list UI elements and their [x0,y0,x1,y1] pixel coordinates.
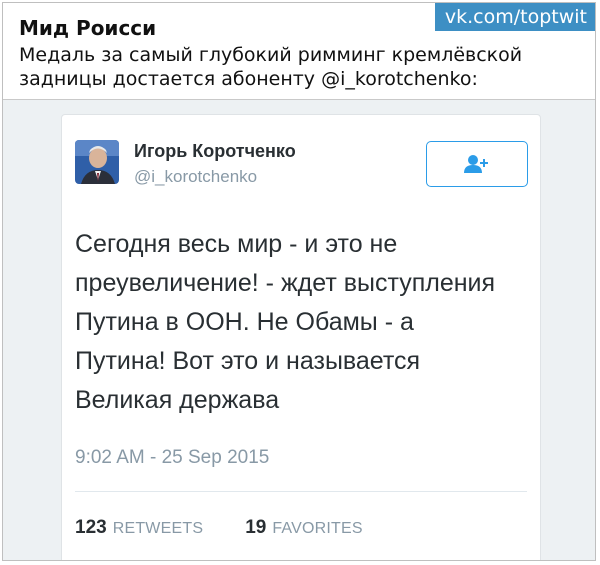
tweet-text: Сегодня весь мир - и это не преувеличени… [75,230,496,414]
tweet-display-name[interactable]: Игорь Коротченко [134,141,296,162]
retweets-stat[interactable]: 123 RETWEETS [75,517,203,539]
tweet-card: Игорь Коротченко @i_korotchenko Сегодня … [61,114,541,560]
retweets-label: RETWEETS [112,520,204,537]
tweet-screenshot: Игорь Коротченко @i_korotchenko Сегодня … [3,99,595,560]
divider [75,491,527,492]
favorites-count: 19 [245,517,267,538]
tweet-handle[interactable]: @i_korotchenko [134,167,257,187]
post-frame: Мид Роисси vk.com/toptwit Медаль за самы… [2,2,596,561]
avatar-image [75,140,119,184]
follow-button[interactable] [426,141,528,187]
tweet-stats: 123 RETWEETS 19 FAVORITES [75,517,405,539]
favorites-label: FAVORITES [272,520,363,537]
post-caption: Медаль за самый глубокий римминг кремлёв… [19,44,523,90]
post-author[interactable]: Мид Роисси [19,15,156,41]
add-user-icon [464,155,488,173]
avatar[interactable] [75,140,119,184]
tweet-timestamp[interactable]: 9:02 AM - 25 Sep 2015 [75,447,269,469]
watermark-link[interactable]: vk.com/toptwit [434,3,595,31]
favorites-stat[interactable]: 19 FAVORITES [245,517,363,539]
retweets-count: 123 [75,517,107,538]
